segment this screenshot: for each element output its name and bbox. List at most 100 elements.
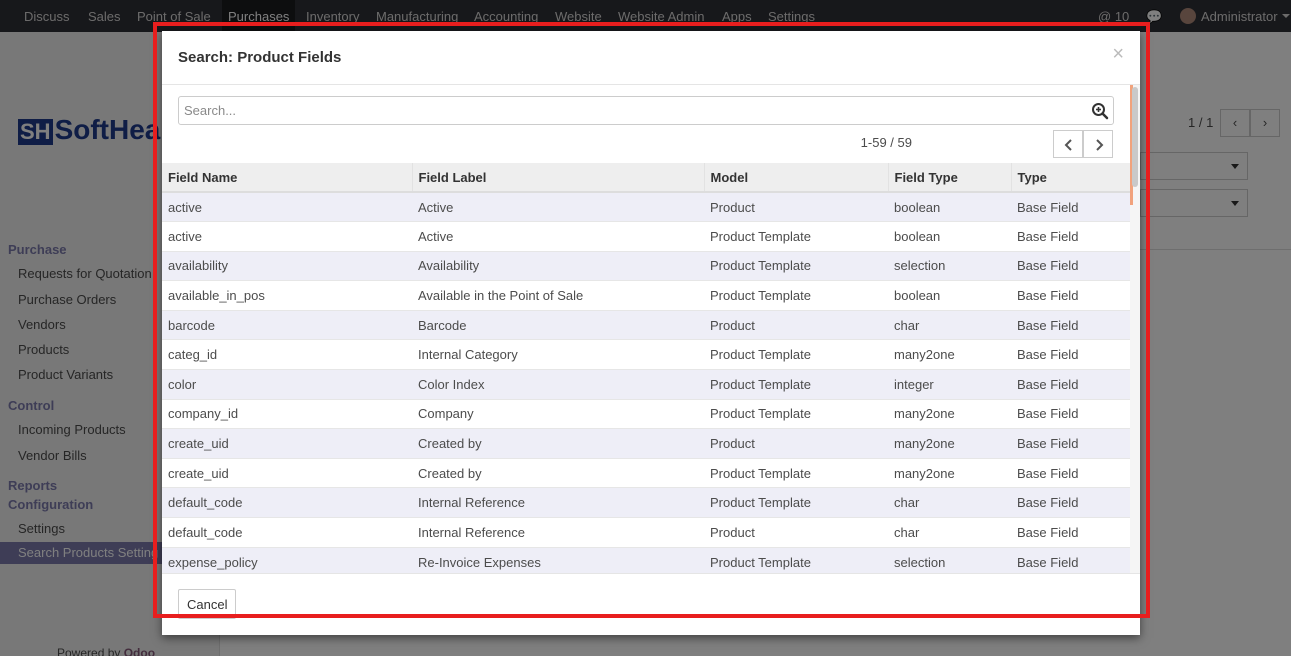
column-header-model[interactable]: Model [704,163,889,193]
cell-model: Product [704,309,888,340]
cell-field-name: availability [162,250,412,281]
fields-table: Field Name Field Label Model Field Type … [162,163,1130,573]
search-product-fields-dialog: Search: Product Fields × 1-59 / 59 [162,31,1140,635]
table-row[interactable]: default_code Internal Reference Product Te… [162,487,1130,518]
table-row[interactable]: default_code Internal Reference Product cha… [162,517,1130,548]
cell-model: Product Template [704,339,888,370]
table-header-row: Field Name Field Label Model Field Type … [162,163,1130,193]
modal-title: Search: Product Fields [178,49,342,66]
close-icon[interactable]: × [1112,43,1124,66]
table-row[interactable]: expense_policy Re-Invoice Expenses Product… [162,546,1130,573]
search-icon[interactable] [1091,102,1109,120]
cancel-button[interactable]: Cancel [178,589,237,619]
cell-field-name: create_uid [162,428,412,459]
cell-field-type: boolean [888,191,1011,222]
cell-field-type: many2one [888,428,1011,459]
cell-model: Product Template [704,457,888,488]
cell-field-label: Company [412,398,704,429]
cell-field-label: Internal Reference [412,487,704,518]
column-header-field-name[interactable]: Field Name [162,163,413,193]
search-bar [178,96,1114,125]
column-header-field-label[interactable]: Field Label [412,163,705,193]
modal-body: 1-59 / 59 Field Name Field Label Model [162,85,1140,573]
cell-field-name: expense_policy [162,546,412,573]
cell-type: Base Field [1011,457,1130,488]
modal-footer: Cancel [162,573,1140,635]
cell-type: Base Field [1011,546,1130,573]
cell-type: Base Field [1011,487,1130,518]
cell-model: Product Template [704,487,888,518]
cell-type: Base Field [1011,428,1130,459]
cell-field-name: active [162,221,412,252]
pager-next-button[interactable] [1083,130,1113,158]
cell-field-type: selection [888,546,1011,573]
cell-type: Base Field [1011,517,1130,548]
table-row[interactable]: barcode Barcode Product char Base Field [162,309,1130,340]
table-row[interactable]: company_id Company Product Template many2on… [162,398,1130,429]
modal-header: Search: Product Fields × [162,31,1140,85]
scrollbar[interactable] [1130,85,1140,573]
cell-field-type: selection [888,250,1011,281]
cell-field-type: many2one [888,339,1011,370]
table-row[interactable]: availability Availability Product Template… [162,250,1130,281]
column-header-type[interactable]: Type [1011,163,1130,193]
cell-field-name: categ_id [162,339,412,370]
table-row[interactable]: color Color Index Product Template integer B… [162,369,1130,400]
search-input[interactable] [184,100,1064,121]
table-body: active Active Product boolean Base Field acti… [162,191,1130,573]
cell-field-type: many2one [888,457,1011,488]
cell-field-type: boolean [888,221,1011,252]
table-row[interactable]: categ_id Internal Category Product Templat… [162,339,1130,370]
cell-field-type: many2one [888,398,1011,429]
cell-field-type: char [888,517,1011,548]
cell-field-label: Created by [412,428,704,459]
cell-field-label: Barcode [412,309,704,340]
cell-type: Base Field [1011,398,1130,429]
cell-field-label: Availability [412,250,704,281]
cell-model: Product [704,517,888,548]
cell-field-label: Created by [412,457,704,488]
table-row[interactable]: create_uid Created by Product Template many… [162,457,1130,488]
cell-model: Product Template [704,369,888,400]
cell-field-name: company_id [162,398,412,429]
cell-field-label: Active [412,221,704,252]
cell-model: Product Template [704,280,888,311]
cell-type: Base Field [1011,339,1130,370]
fields-table-container: Field Name Field Label Model Field Type … [162,163,1130,573]
cell-field-type: integer [888,369,1011,400]
cell-field-type: char [888,487,1011,518]
cell-field-type: char [888,309,1011,340]
chevron-right-icon [1096,139,1104,151]
table-row[interactable]: available_in_pos Available in the Point o… [162,280,1130,311]
cell-field-name: available_in_pos [162,280,412,311]
cell-type: Base Field [1011,250,1130,281]
cell-field-name: barcode [162,309,412,340]
scrollbar-thumb[interactable] [1132,87,1138,187]
cell-model: Product Template [704,221,888,252]
cell-field-label: Internal Category [412,339,704,370]
cell-model: Product [704,191,888,222]
table-row[interactable]: active Active Product Template boolean Base … [162,221,1130,252]
cell-field-label: Active [412,191,704,222]
cell-model: Product Template [704,398,888,429]
cell-field-label: Internal Reference [412,517,704,548]
cell-field-label: Re-Invoice Expenses [412,546,704,573]
pager-previous-button[interactable] [1053,130,1083,158]
table-row[interactable]: active Active Product boolean Base Field [162,191,1130,222]
chevron-left-icon [1064,139,1072,151]
cell-type: Base Field [1011,221,1130,252]
cell-field-label: Available in the Point of Sale [412,280,704,311]
cell-field-label: Color Index [412,369,704,400]
column-header-field-type[interactable]: Field Type [888,163,1012,193]
cell-type: Base Field [1011,280,1130,311]
table-row[interactable]: create_uid Created by Product many2one Base … [162,428,1130,459]
pager-value[interactable]: 1-59 / 59 [861,135,912,150]
cell-field-name: color [162,369,412,400]
cell-field-name: default_code [162,487,412,518]
cell-field-name: default_code [162,517,412,548]
cell-type: Base Field [1011,191,1130,222]
cell-model: Product Template [704,546,888,573]
cell-field-name: create_uid [162,457,412,488]
cell-field-name: active [162,191,412,222]
cell-model: Product Template [704,250,888,281]
